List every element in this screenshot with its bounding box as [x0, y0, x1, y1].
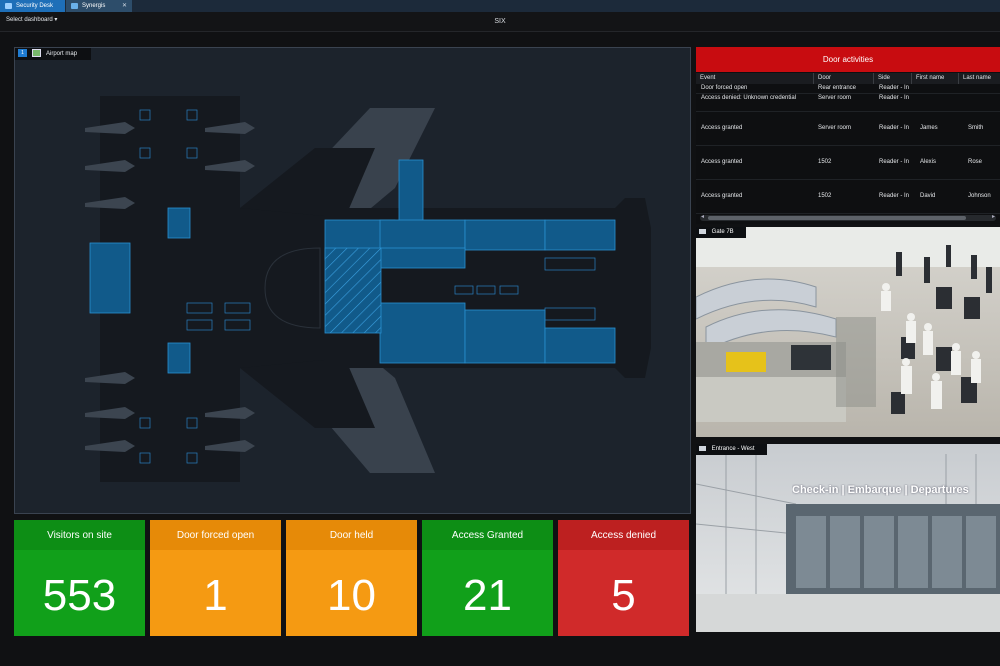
- video-feed-entrance-west: [696, 444, 1000, 632]
- tile-door-held[interactable]: Door held 10: [286, 520, 417, 636]
- cell-door: 1502: [818, 159, 832, 165]
- tile-value: 1: [203, 571, 228, 620]
- cell-door: 1502: [818, 193, 832, 199]
- tile-label: Door held: [286, 520, 417, 550]
- column-header-event[interactable]: Event: [696, 73, 814, 84]
- column-header-first-name[interactable]: First name: [912, 73, 959, 84]
- cell-door: Server room: [818, 125, 852, 131]
- tile-access-granted[interactable]: Access Granted 21: [422, 520, 553, 636]
- camera-header: Entrance - West: [696, 444, 767, 455]
- cell-last-name: Johnson: [968, 193, 991, 199]
- cell-door: Rear entrance: [818, 85, 857, 91]
- camera-header: Gate 7B: [696, 227, 746, 238]
- tile-value: 21: [463, 571, 512, 620]
- column-header-last-name[interactable]: Last name: [959, 73, 1000, 84]
- horizontal-scrollbar[interactable]: ◂ ▸: [700, 213, 996, 221]
- tile-label: Visitors on site: [14, 520, 145, 550]
- tile-label: Access denied: [558, 520, 689, 550]
- video-feed-gate-7b: [696, 227, 1000, 437]
- entrance-sign: Check-in | Embarque | Departures: [792, 484, 969, 496]
- cell-first-name: Alexis: [920, 159, 937, 165]
- cell-event: Access denied: Unknown credential: [701, 95, 797, 101]
- table-row[interactable]: Access granted 1502 Reader - In Alexis R…: [696, 146, 1000, 180]
- column-header-side[interactable]: Side: [874, 73, 912, 84]
- toolbar: Select dashboard ▾ SIX: [0, 12, 1000, 32]
- tab-label: Synergis: [82, 3, 106, 9]
- security-desk-icon: [5, 3, 12, 9]
- security-desk-window: Security Desk Synergis ✕ Select dashboar…: [0, 0, 1000, 666]
- tile-label: Access Granted: [422, 520, 553, 550]
- close-icon[interactable]: ✕: [122, 0, 127, 12]
- cell-side: Reader - In: [879, 125, 910, 131]
- dashboard-title: SIX: [494, 18, 506, 25]
- table-row[interactable]: Access granted Server room Reader - In J…: [696, 112, 1000, 146]
- tile-door-forced-open[interactable]: Door forced open 1: [150, 520, 281, 636]
- tab-bar: Security Desk Synergis ✕: [0, 0, 1000, 12]
- cell-last-name: Smith: [968, 125, 984, 131]
- tile-value: 5: [611, 571, 636, 620]
- tile-label: Door forced open: [150, 520, 281, 550]
- cell-event: Access granted: [701, 125, 743, 131]
- tile-visitors-on-site[interactable]: Visitors on site 553: [14, 520, 145, 636]
- cell-door: Server room: [818, 95, 852, 101]
- map-icon: [31, 49, 41, 58]
- cell-side: Reader - In: [879, 159, 910, 165]
- synergis-icon: [71, 3, 78, 9]
- airport-floor-plan[interactable]: [15, 48, 692, 515]
- monitor-number-badge: 1: [18, 49, 27, 58]
- cell-last-name: Rose: [968, 159, 983, 165]
- scroll-right-icon[interactable]: ▸: [992, 213, 995, 220]
- camera-icon: [699, 228, 706, 234]
- tab-synergis[interactable]: Synergis ✕: [66, 0, 132, 12]
- tab-label: Security Desk: [16, 3, 54, 9]
- scroll-left-icon[interactable]: ◂: [701, 213, 704, 220]
- camera-icon: [699, 445, 706, 451]
- tab-security-desk[interactable]: Security Desk: [0, 0, 65, 12]
- column-header-door[interactable]: Door: [814, 73, 874, 84]
- cell-first-name: James: [920, 125, 938, 131]
- cell-side: Reader - In: [879, 85, 910, 91]
- cell-first-name: David: [920, 193, 936, 199]
- tile-access-denied[interactable]: Access denied 5: [558, 520, 689, 636]
- camera-tile-gate-7b[interactable]: Gate 7B: [696, 227, 1000, 437]
- tile-value: 10: [327, 571, 376, 620]
- map-header: 1 Airport map: [15, 48, 92, 60]
- cell-event: Door forced open: [701, 85, 748, 91]
- table-row[interactable]: Access denied: Unknown credential Server…: [696, 94, 1000, 112]
- cell-side: Reader - In: [879, 95, 910, 101]
- camera-title: Gate 7B: [711, 229, 734, 235]
- table-row[interactable]: Access granted 1502 Reader - In David Jo…: [696, 180, 1000, 214]
- map-title: Airport map: [46, 51, 78, 57]
- door-activities-panel: Door activities Event Door Side First na…: [696, 47, 1000, 224]
- door-activities-title: Door activities: [696, 47, 1000, 72]
- scrollbar-thumb[interactable]: [708, 216, 966, 220]
- camera-tile-entrance-west[interactable]: Check-in | Embarque | Departures Entranc…: [696, 444, 1000, 632]
- table-row[interactable]: Door forced open Rear entrance Reader - …: [696, 84, 1000, 94]
- cell-event: Access granted: [701, 159, 743, 165]
- tile-value: 553: [42, 571, 117, 620]
- cell-side: Reader - In: [879, 193, 910, 199]
- cell-event: Access granted: [701, 193, 743, 199]
- airport-map-panel[interactable]: 1 Airport map: [14, 47, 691, 514]
- camera-title: Entrance - West: [711, 446, 755, 452]
